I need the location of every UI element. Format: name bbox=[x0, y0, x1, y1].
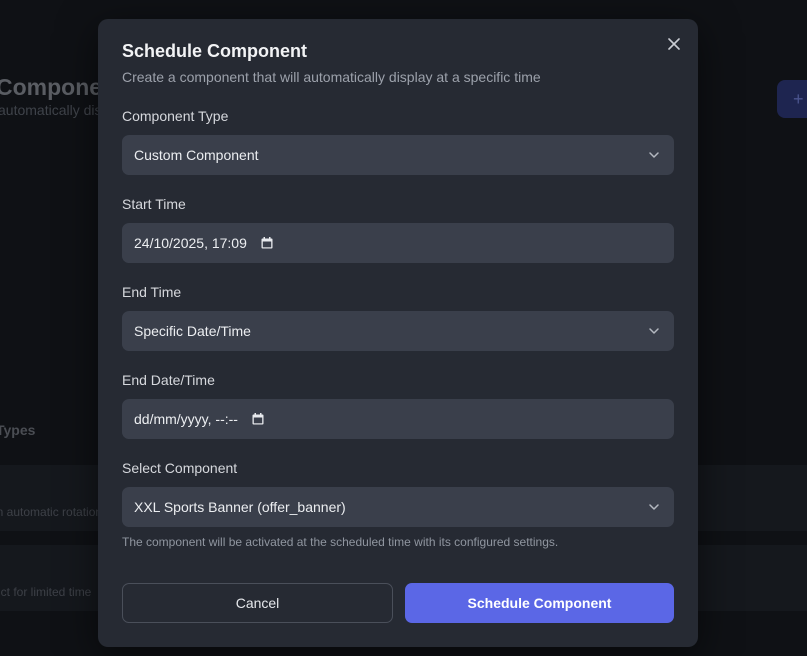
background-add-button: + bbox=[777, 80, 807, 118]
start-time-input[interactable]: 24/10/2025, 17:09 bbox=[122, 223, 674, 263]
end-time-value: Specific Date/Time bbox=[134, 323, 251, 339]
schedule-component-button[interactable]: Schedule Component bbox=[405, 583, 674, 623]
end-datetime-placeholder: dd/mm/yyyy, --:-- bbox=[134, 411, 238, 427]
select-component-value: XXL Sports Banner (offer_banner) bbox=[134, 499, 346, 515]
select-component-select[interactable]: XXL Sports Banner (offer_banner) bbox=[122, 487, 674, 527]
calendar-icon[interactable] bbox=[261, 237, 273, 249]
dialog-title: Schedule Component bbox=[122, 41, 308, 61]
chevron-down-icon bbox=[649, 152, 659, 158]
dialog-description: Create a component that will automatical… bbox=[122, 69, 541, 85]
select-component-label: Select Component bbox=[122, 460, 238, 476]
chevron-down-icon bbox=[649, 328, 659, 334]
end-datetime-label: End Date/Time bbox=[122, 372, 215, 388]
component-type-select[interactable]: Custom Component bbox=[122, 135, 674, 175]
component-type-label: Component Type bbox=[122, 108, 229, 124]
calendar-icon[interactable] bbox=[252, 413, 264, 425]
close-icon bbox=[668, 38, 680, 50]
background-section-title: Types bbox=[0, 422, 36, 438]
background-card-text: uct for limited time bbox=[0, 585, 92, 599]
helper-text: The component will be activated at the s… bbox=[122, 535, 559, 549]
cancel-button[interactable]: Cancel bbox=[122, 583, 393, 623]
close-button[interactable] bbox=[664, 34, 684, 54]
background-card-text: in automatic rotation bbox=[0, 505, 103, 519]
start-time-value: 24/10/2025, 17:09 bbox=[134, 235, 247, 251]
end-time-label: End Time bbox=[122, 284, 182, 300]
schedule-component-dialog: Schedule Component Create a component th… bbox=[98, 19, 698, 647]
component-type-value: Custom Component bbox=[134, 147, 259, 163]
chevron-down-icon bbox=[649, 504, 659, 510]
end-datetime-input[interactable]: dd/mm/yyyy, --:-- bbox=[122, 399, 674, 439]
start-time-label: Start Time bbox=[122, 196, 186, 212]
end-time-select[interactable]: Specific Date/Time bbox=[122, 311, 674, 351]
